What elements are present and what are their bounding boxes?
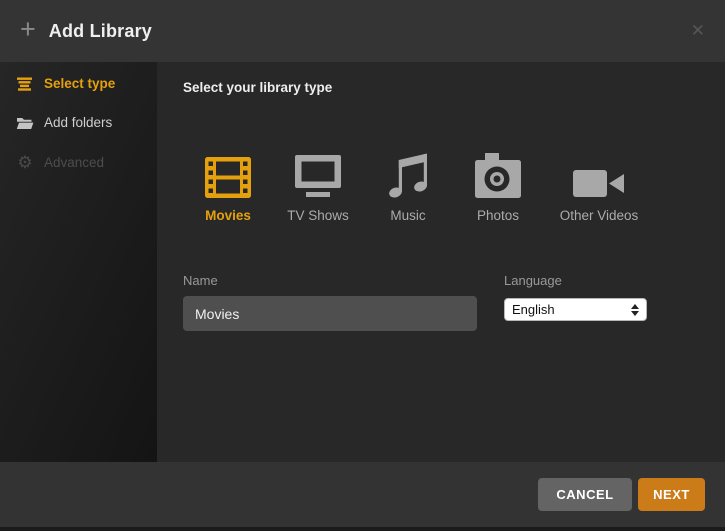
cancel-button[interactable]: CANCEL bbox=[538, 478, 632, 511]
language-select-value: English bbox=[512, 302, 631, 317]
sidebar-item-add-folders[interactable]: Add folders bbox=[0, 103, 157, 142]
type-label: TV Shows bbox=[287, 208, 349, 223]
music-note-icon bbox=[385, 150, 431, 198]
language-field-group: Language English bbox=[504, 273, 647, 331]
list-lines-icon bbox=[16, 77, 34, 91]
type-item-music[interactable]: Music bbox=[363, 150, 453, 223]
type-item-tv-shows[interactable]: TV Shows bbox=[273, 150, 363, 223]
dialog-title: Add Library bbox=[49, 21, 152, 42]
type-label: Movies bbox=[205, 208, 251, 223]
close-icon[interactable]: ✕ bbox=[691, 21, 705, 41]
folder-icon bbox=[16, 116, 34, 130]
sidebar-item-select-type[interactable]: Select type bbox=[0, 64, 157, 103]
sidebar-item-label: Add folders bbox=[44, 115, 112, 130]
film-strip-icon bbox=[205, 150, 251, 198]
language-select[interactable]: English bbox=[504, 298, 647, 321]
language-field-label: Language bbox=[504, 273, 647, 288]
type-item-other-videos[interactable]: Other Videos bbox=[543, 150, 655, 223]
type-item-movies[interactable]: Movies bbox=[183, 150, 273, 223]
main-panel: Select your library type bbox=[157, 62, 725, 462]
type-item-photos[interactable]: Photos bbox=[453, 150, 543, 223]
name-field-label: Name bbox=[183, 273, 477, 288]
sidebar-item-label: Select type bbox=[44, 76, 115, 91]
add-library-dialog: + Add Library ✕ Select type bbox=[0, 0, 725, 531]
gear-icon: ⚙ bbox=[16, 154, 34, 171]
tv-icon bbox=[294, 150, 342, 198]
fields-row: Name Language English bbox=[183, 273, 725, 331]
video-camera-icon bbox=[573, 150, 625, 198]
type-label: Other Videos bbox=[560, 208, 639, 223]
select-arrows-icon bbox=[631, 304, 639, 316]
dialog-bottom-edge bbox=[0, 527, 725, 531]
next-button[interactable]: NEXT bbox=[638, 478, 705, 511]
type-label: Music bbox=[390, 208, 425, 223]
panel-heading: Select your library type bbox=[183, 80, 725, 96]
sidebar-item-advanced: ⚙ Advanced bbox=[0, 142, 157, 183]
name-input[interactable] bbox=[183, 296, 477, 331]
dialog-body: Select type Add folders ⚙ Advanced Selec… bbox=[0, 62, 725, 462]
name-field-group: Name bbox=[183, 273, 477, 331]
dialog-footer: CANCEL NEXT bbox=[0, 462, 725, 527]
type-label: Photos bbox=[477, 208, 519, 223]
plus-icon: + bbox=[20, 16, 36, 43]
sidebar: Select type Add folders ⚙ Advanced bbox=[0, 62, 157, 462]
sidebar-item-label: Advanced bbox=[44, 155, 104, 170]
camera-icon bbox=[475, 150, 521, 198]
library-type-row: Movies TV Shows bbox=[183, 150, 725, 223]
dialog-header: + Add Library ✕ bbox=[0, 0, 725, 62]
